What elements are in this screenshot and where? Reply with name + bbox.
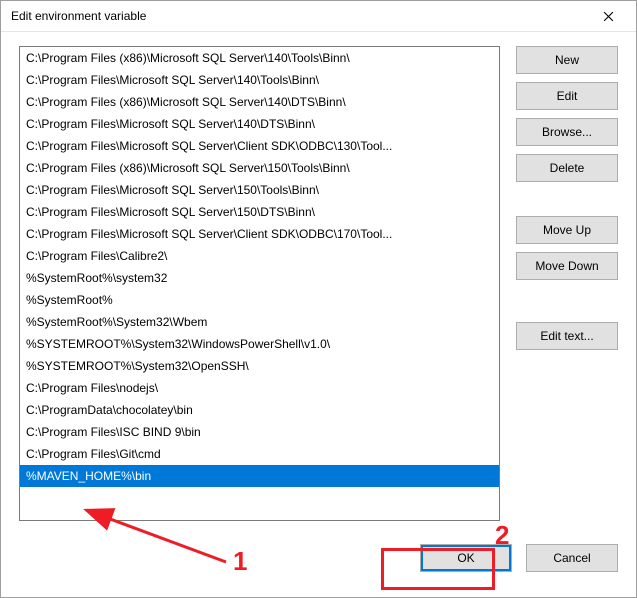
list-item[interactable]: C:\Program Files (x86)\Microsoft SQL Ser… bbox=[20, 157, 499, 179]
side-buttons: New Edit Browse... Delete Move Up Move D… bbox=[516, 46, 618, 521]
list-item[interactable]: %SYSTEMROOT%\System32\WindowsPowerShell\… bbox=[20, 333, 499, 355]
list-item[interactable]: C:\Program Files (x86)\Microsoft SQL Ser… bbox=[20, 47, 499, 69]
footer-row: OK Cancel bbox=[19, 521, 618, 581]
delete-button[interactable]: Delete bbox=[516, 154, 618, 182]
spacer bbox=[516, 288, 618, 314]
list-item[interactable]: C:\Program Files\Microsoft SQL Server\15… bbox=[20, 179, 499, 201]
browse-button[interactable]: Browse... bbox=[516, 118, 618, 146]
ok-button[interactable]: OK bbox=[420, 544, 512, 572]
list-item[interactable]: C:\Program Files\Microsoft SQL Server\Cl… bbox=[20, 135, 499, 157]
path-listbox-wrapper: C:\Program Files (x86)\Microsoft SQL Ser… bbox=[19, 46, 500, 521]
main-row: C:\Program Files (x86)\Microsoft SQL Ser… bbox=[19, 46, 618, 521]
list-item[interactable]: C:\Program Files\Microsoft SQL Server\Cl… bbox=[20, 223, 499, 245]
path-listbox[interactable]: C:\Program Files (x86)\Microsoft SQL Ser… bbox=[19, 46, 500, 521]
cancel-button[interactable]: Cancel bbox=[526, 544, 618, 572]
client-area: C:\Program Files (x86)\Microsoft SQL Ser… bbox=[1, 32, 636, 597]
edit-button[interactable]: Edit bbox=[516, 82, 618, 110]
list-item[interactable]: C:\ProgramData\chocolatey\bin bbox=[20, 399, 499, 421]
list-item[interactable]: C:\Program Files\Microsoft SQL Server\15… bbox=[20, 201, 499, 223]
window-title: Edit environment variable bbox=[11, 9, 588, 23]
list-item[interactable]: C:\Program Files\Microsoft SQL Server\14… bbox=[20, 69, 499, 91]
list-item[interactable]: %SystemRoot%\system32 bbox=[20, 267, 499, 289]
spacer bbox=[516, 190, 618, 208]
list-item[interactable]: C:\Program Files\Git\cmd bbox=[20, 443, 499, 465]
move-down-button[interactable]: Move Down bbox=[516, 252, 618, 280]
edit-env-var-dialog: Edit environment variable C:\Program Fil… bbox=[0, 0, 637, 598]
list-item[interactable]: C:\Program Files (x86)\Microsoft SQL Ser… bbox=[20, 91, 499, 113]
move-up-button[interactable]: Move Up bbox=[516, 216, 618, 244]
close-icon bbox=[603, 11, 614, 22]
list-item[interactable]: C:\Program Files\nodejs\ bbox=[20, 377, 499, 399]
list-item[interactable]: %SystemRoot%\System32\Wbem bbox=[20, 311, 499, 333]
list-item[interactable]: %MAVEN_HOME%\bin bbox=[20, 465, 499, 487]
edit-text-button[interactable]: Edit text... bbox=[516, 322, 618, 350]
list-item[interactable]: C:\Program Files\Microsoft SQL Server\14… bbox=[20, 113, 499, 135]
list-item[interactable]: %SystemRoot% bbox=[20, 289, 499, 311]
list-item[interactable]: C:\Program Files\ISC BIND 9\bin bbox=[20, 421, 499, 443]
list-item[interactable]: %SYSTEMROOT%\System32\OpenSSH\ bbox=[20, 355, 499, 377]
titlebar: Edit environment variable bbox=[1, 1, 636, 32]
window-close-button[interactable] bbox=[588, 2, 628, 30]
list-item[interactable]: C:\Program Files\Calibre2\ bbox=[20, 245, 499, 267]
new-button[interactable]: New bbox=[516, 46, 618, 74]
